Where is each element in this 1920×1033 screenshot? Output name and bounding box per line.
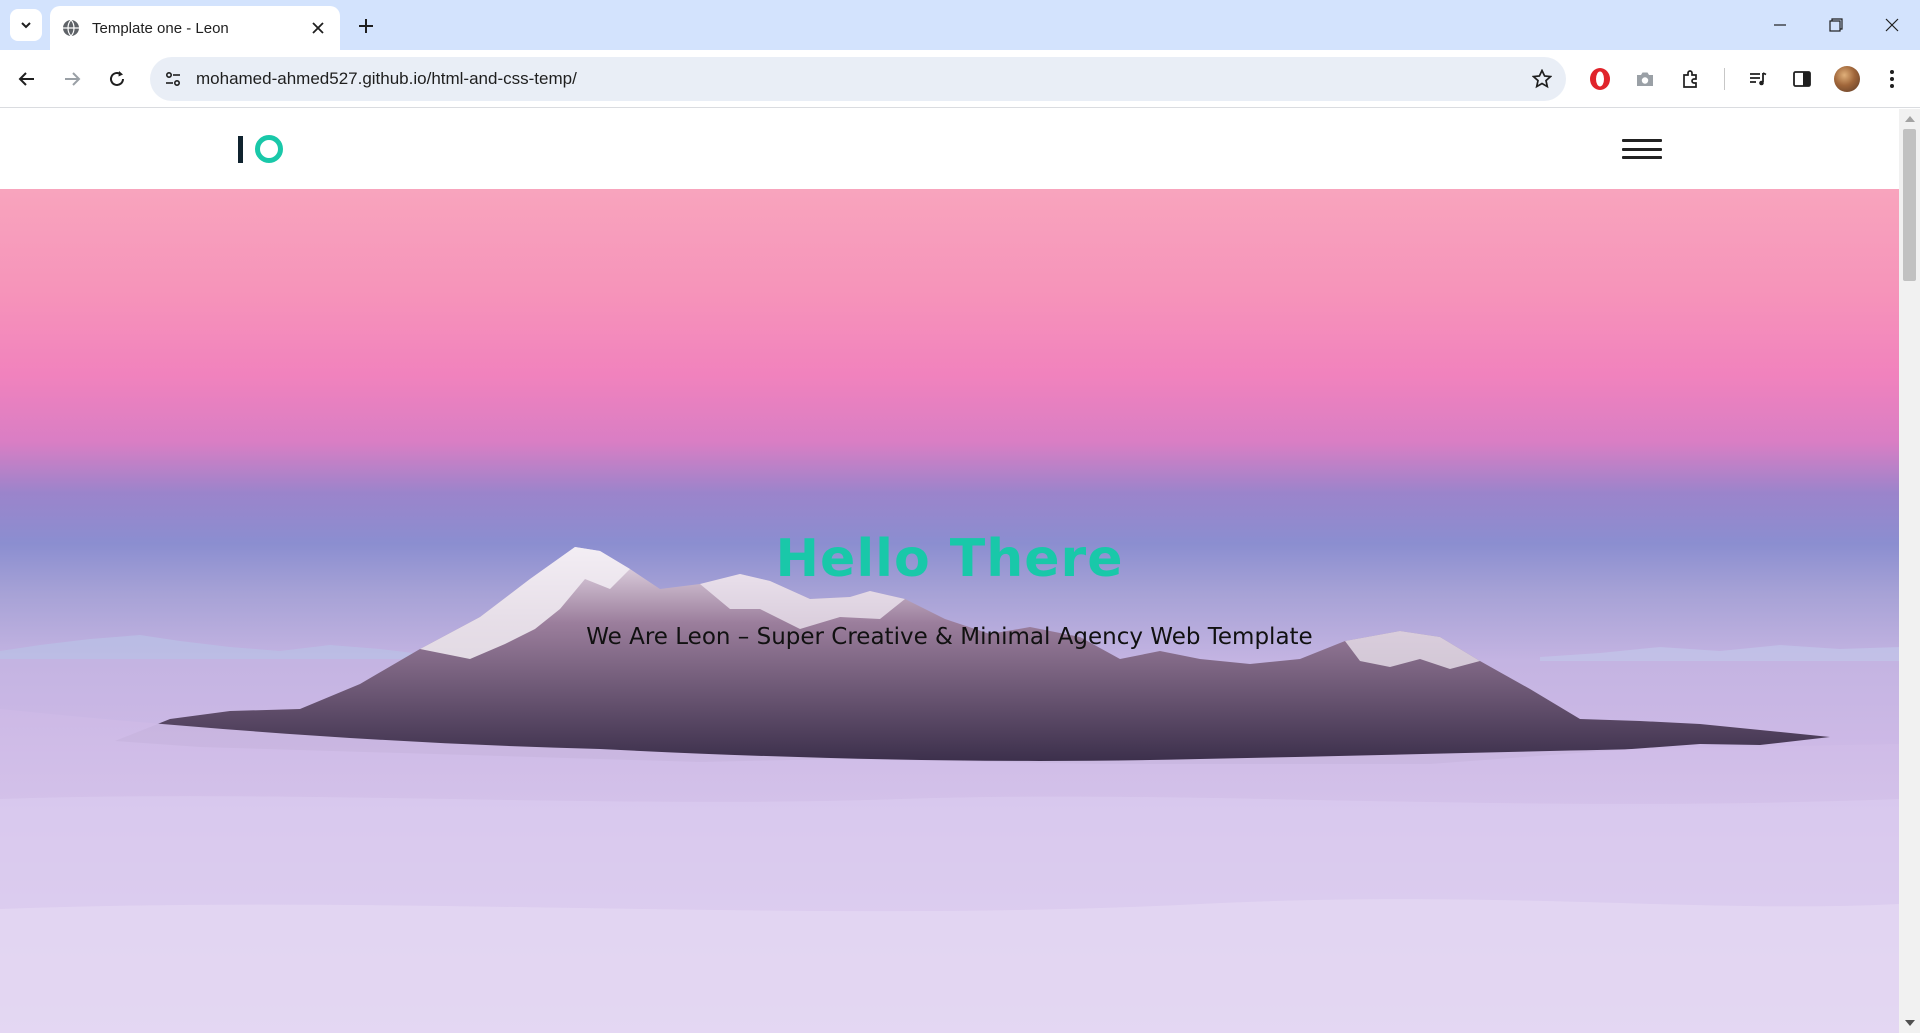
plus-icon xyxy=(359,19,373,33)
profile-avatar xyxy=(1834,66,1860,92)
hero-section: Hello There We Are Leon – Super Creative… xyxy=(0,189,1899,1033)
media-icon xyxy=(1750,72,1767,86)
window-close-button[interactable] xyxy=(1864,0,1920,50)
browser-tabstrip: Template one - Leon xyxy=(0,0,1920,50)
extensions-button[interactable] xyxy=(1674,63,1706,95)
side-panel-button[interactable] xyxy=(1786,63,1818,95)
hamburger-icon-line xyxy=(1622,139,1662,142)
more-icon xyxy=(1890,70,1894,88)
caret-down-icon xyxy=(1904,1020,1915,1026)
site-logo[interactable] xyxy=(238,131,283,167)
side-panel-icon xyxy=(1793,71,1811,87)
caret-up-icon xyxy=(1904,116,1915,122)
toolbar-separator xyxy=(1724,68,1725,90)
reload-button[interactable] xyxy=(101,63,133,95)
globe-icon xyxy=(63,19,79,37)
logo-bar xyxy=(238,135,243,163)
new-tab-button[interactable] xyxy=(352,12,380,40)
tab-search-button[interactable] xyxy=(10,9,42,41)
opera-icon xyxy=(1590,68,1610,90)
back-button[interactable] xyxy=(11,63,43,95)
hero-mountain-image xyxy=(0,547,1899,1033)
page-scrollbar[interactable] xyxy=(1899,109,1920,1033)
menu-toggle-button[interactable] xyxy=(1622,135,1662,163)
camera-icon xyxy=(1637,72,1653,86)
restore-button[interactable] xyxy=(1808,0,1864,50)
hamburger-icon-line xyxy=(1622,156,1662,159)
site-info-icon[interactable] xyxy=(164,70,182,88)
minimize-button[interactable] xyxy=(1752,0,1808,50)
more-menu-button[interactable] xyxy=(1876,63,1908,95)
profile-button[interactable] xyxy=(1831,63,1863,95)
opera-extension-button[interactable] xyxy=(1584,63,1616,95)
forward-button[interactable] xyxy=(56,63,88,95)
window-controls xyxy=(1752,0,1920,50)
address-bar[interactable]: mohamed-ahmed527.github.io/html-and-css-… xyxy=(150,57,1566,101)
window-close-icon xyxy=(1885,18,1899,32)
url-text[interactable]: mohamed-ahmed527.github.io/html-and-css-… xyxy=(196,69,1532,89)
minimize-icon xyxy=(1774,24,1786,26)
browser-tab[interactable]: Template one - Leon xyxy=(50,6,340,50)
hamburger-icon-line xyxy=(1622,147,1662,151)
close-tab-button[interactable] xyxy=(308,18,328,38)
scroll-down-arrow[interactable] xyxy=(1899,1015,1920,1031)
media-controls-button[interactable] xyxy=(1742,63,1774,95)
page-viewport: Hello There We Are Leon – Super Creative… xyxy=(0,109,1899,1033)
forward-icon xyxy=(65,72,81,86)
star-icon[interactable] xyxy=(1532,69,1552,89)
close-icon xyxy=(312,22,324,34)
extensions-icon xyxy=(1683,70,1697,88)
logo-ring xyxy=(255,135,283,163)
tab-title: Template one - Leon xyxy=(92,19,229,37)
hero-title: Hello There xyxy=(775,529,1124,589)
screenshot-extension-button[interactable] xyxy=(1629,63,1661,95)
browser-toolbar: mohamed-ahmed527.github.io/html-and-css-… xyxy=(0,50,1920,108)
reload-icon xyxy=(110,71,124,86)
hero-subtitle: We Are Leon – Super Creative & Minimal A… xyxy=(586,624,1313,650)
back-icon xyxy=(18,72,34,86)
chevron-down-icon xyxy=(21,22,31,29)
site-header xyxy=(0,109,1899,189)
scroll-up-arrow[interactable] xyxy=(1899,111,1920,127)
scrollbar-thumb[interactable] xyxy=(1903,129,1916,281)
restore-icon xyxy=(1829,18,1843,32)
